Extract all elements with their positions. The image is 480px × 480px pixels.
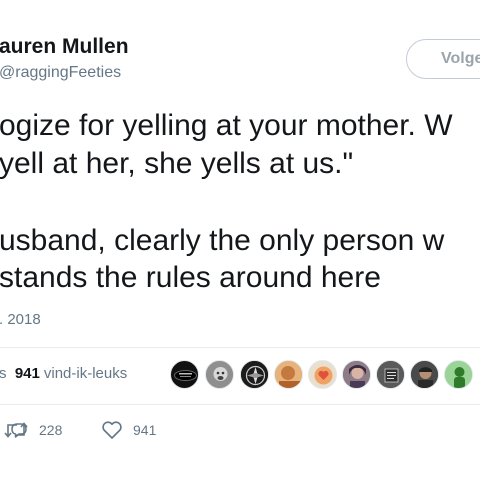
avatar[interactable] [444, 360, 473, 389]
like-button[interactable]: 941 [101, 418, 156, 442]
tweet-text-line: ogize for yelling at your mother. W [0, 109, 453, 142]
avatar[interactable] [342, 360, 371, 389]
avatar[interactable] [205, 360, 234, 389]
avatar[interactable] [170, 360, 199, 389]
heart-icon [102, 421, 122, 439]
tweet-card: auren Mullen @raggingFeeties Volge ogize… [0, 0, 480, 480]
likes-label: vind-ik-leuks [43, 365, 128, 382]
divider [0, 404, 480, 405]
avatar[interactable] [240, 360, 269, 389]
author-display-name[interactable]: auren Mullen [0, 35, 129, 59]
tweet-text-line: stands the rules around here [0, 261, 381, 294]
retweet-button[interactable]: 228 [3, 418, 62, 442]
avatar[interactable] [308, 360, 337, 389]
tweet-date[interactable]: . 2018 [0, 311, 41, 328]
avatar[interactable] [376, 360, 405, 389]
author-handle[interactable]: @raggingFeeties [0, 64, 121, 82]
retweet-icon [4, 422, 28, 438]
likes-count: 941 [14, 365, 40, 382]
avatar[interactable] [410, 360, 439, 389]
tweet-text-line: yell at her, she yells at us." [0, 147, 354, 180]
likes-prefix: s [0, 365, 7, 382]
at-sign: @ [0, 64, 16, 81]
follow-button[interactable]: Volge [406, 39, 480, 79]
divider [0, 347, 480, 348]
author-handle-text: raggingFeeties [15, 64, 122, 81]
retweet-count: 228 [39, 422, 63, 438]
likes-stat[interactable]: s 941 vind-ik-leuks [0, 365, 127, 382]
avatar[interactable] [274, 360, 303, 389]
like-count: 941 [133, 422, 157, 438]
tweet-text-line: usband, clearly the only person w [0, 224, 445, 257]
